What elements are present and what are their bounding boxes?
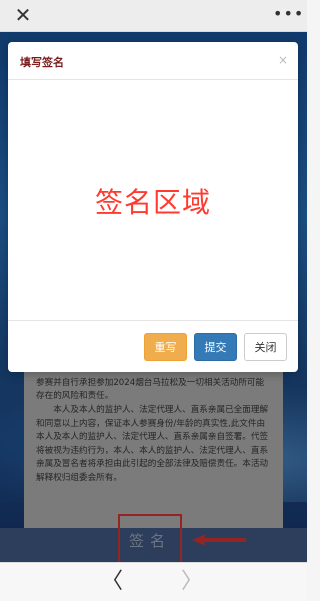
signature-area-placeholder: 签名区域 (94, 186, 211, 219)
close-button[interactable]: 关闭 (244, 333, 287, 361)
signature-canvas[interactable]: 签名区域 (8, 81, 298, 321)
submit-button[interactable]: 提交 (194, 333, 237, 361)
back-arrow-icon[interactable]: 〈 (100, 569, 124, 595)
forward-arrow-icon[interactable]: 〉 (180, 569, 204, 595)
browser-top-bar: ✕ ••• (0, 0, 307, 32)
dialog-title: 填写签名 (20, 56, 64, 69)
close-icon[interactable]: ✕ (12, 4, 34, 26)
dialog-close-icon[interactable]: × (278, 53, 288, 67)
dialog-header: 填写签名 × (8, 42, 298, 80)
rewrite-button[interactable]: 重写 (144, 333, 187, 361)
dialog-footer: 重写 提交 关闭 (8, 320, 298, 372)
browser-bottom-bar: 〈 〉 (0, 562, 307, 601)
signature-dialog: 填写签名 × 签名区域 重写 提交 关闭 (8, 42, 298, 372)
more-options-icon[interactable]: ••• (273, 4, 303, 26)
